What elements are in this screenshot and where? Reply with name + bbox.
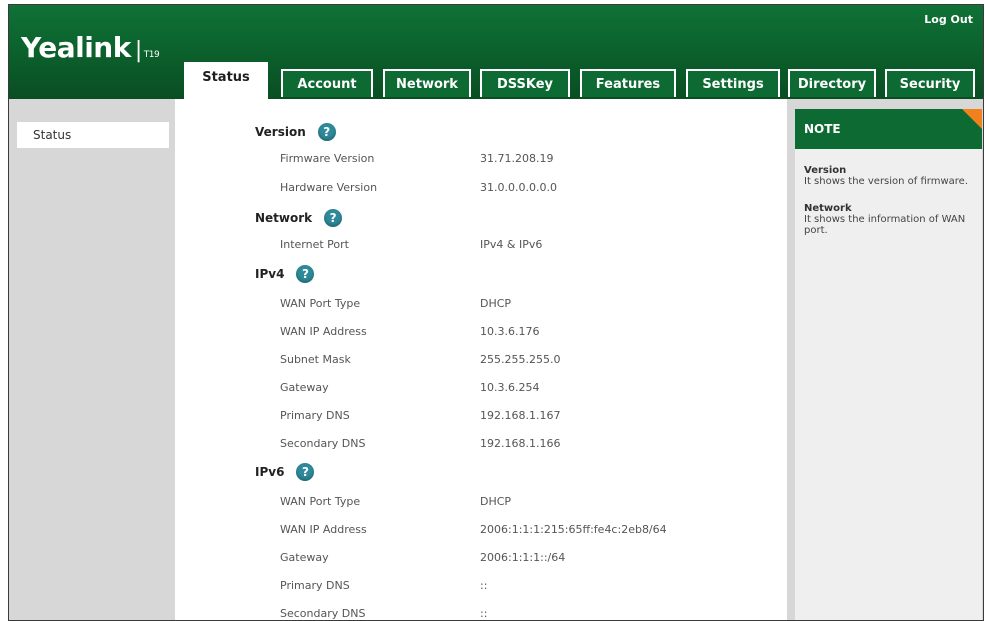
field-value: DHCP bbox=[480, 297, 512, 310]
field-value: 2006:1:1:1:215:65ff:fe4c:2eb8/64 bbox=[480, 523, 667, 536]
field-label: Primary DNS bbox=[280, 579, 350, 592]
field-label: Secondary DNS bbox=[280, 437, 366, 450]
header-bar: Yealink | T19 Log Out Status Account Netwo… bbox=[9, 5, 983, 99]
note-heading-network: Network bbox=[804, 203, 852, 214]
field-value: 10.3.6.254 bbox=[480, 381, 540, 394]
brand-name: Yealink bbox=[21, 31, 131, 64]
field-value: 31.0.0.0.0.0.0 bbox=[480, 181, 557, 194]
section-title-ipv6: IPv6 bbox=[255, 465, 285, 479]
field-value: :: bbox=[480, 579, 488, 592]
field-value: 255.255.255.0 bbox=[480, 353, 561, 366]
status-content: Version ? Firmware Version 31.71.208.19 … bbox=[175, 99, 787, 620]
help-icon[interactable]: ? bbox=[317, 123, 336, 141]
help-icon[interactable]: ? bbox=[296, 265, 315, 283]
tab-network[interactable]: Network bbox=[383, 69, 471, 97]
tab-settings[interactable]: Settings bbox=[686, 69, 780, 97]
note-panel: NOTE Version It shows the version of fir… bbox=[787, 99, 983, 620]
section-title-version: Version bbox=[255, 125, 306, 139]
help-icon[interactable]: ? bbox=[296, 463, 315, 481]
section-title-network: Network bbox=[255, 211, 313, 225]
section-network: Network ? bbox=[255, 209, 343, 227]
help-icon[interactable]: ? bbox=[324, 209, 343, 227]
model-label: T19 bbox=[143, 50, 160, 60]
section-ipv6: IPv6 ? bbox=[255, 463, 315, 481]
note-text-network: It shows the information of WAN port. bbox=[804, 214, 966, 236]
sidebar: Status bbox=[9, 99, 175, 620]
note-title: NOTE bbox=[795, 109, 982, 149]
field-value: 2006:1:1:1::/64 bbox=[480, 551, 566, 564]
tab-features[interactable]: Features bbox=[580, 69, 676, 97]
logout-link[interactable]: Log Out bbox=[924, 13, 973, 26]
tab-dsskey[interactable]: DSSKey bbox=[480, 69, 570, 97]
field-label: Hardware Version bbox=[280, 181, 378, 194]
field-label: Primary DNS bbox=[280, 409, 350, 422]
field-label: WAN Port Type bbox=[280, 495, 361, 508]
field-label: Subnet Mask bbox=[280, 353, 351, 366]
field-label: Firmware Version bbox=[280, 152, 375, 165]
field-label: WAN IP Address bbox=[280, 325, 367, 338]
field-value: 31.71.208.19 bbox=[480, 152, 554, 165]
note-text-version: It shows the version of firmware. bbox=[804, 176, 968, 187]
field-value: :: bbox=[480, 607, 488, 620]
field-label: Secondary DNS bbox=[280, 607, 366, 620]
note-box: NOTE Version It shows the version of fir… bbox=[795, 109, 982, 620]
note-corner-fold-icon bbox=[962, 109, 982, 129]
field-value: DHCP bbox=[480, 495, 512, 508]
field-label: WAN IP Address bbox=[280, 523, 367, 536]
section-title-ipv4: IPv4 bbox=[255, 267, 285, 281]
note-heading-version: Version bbox=[804, 165, 847, 176]
logo-separator: | bbox=[134, 38, 142, 63]
web-ui-frame: Yealink | T19 Log Out Status Account Netwo… bbox=[8, 4, 984, 621]
field-value: 192.168.1.166 bbox=[480, 437, 561, 450]
yealink-logo: Yealink | T19 bbox=[21, 31, 160, 64]
field-label: Gateway bbox=[280, 551, 329, 564]
field-value: IPv4 & IPv6 bbox=[480, 238, 543, 251]
field-value: 10.3.6.176 bbox=[480, 325, 540, 338]
section-ipv4: IPv4 ? bbox=[255, 265, 315, 283]
tab-security[interactable]: Security bbox=[885, 69, 975, 97]
sidebar-item-status[interactable]: Status bbox=[17, 122, 169, 148]
tab-directory[interactable]: Directory bbox=[788, 69, 876, 97]
tab-status[interactable]: Status bbox=[184, 62, 268, 99]
field-value: 192.168.1.167 bbox=[480, 409, 561, 422]
field-label: WAN Port Type bbox=[280, 297, 361, 310]
field-label: Gateway bbox=[280, 381, 329, 394]
tab-account[interactable]: Account bbox=[281, 69, 373, 97]
section-version: Version ? bbox=[255, 123, 336, 141]
field-label: Internet Port bbox=[280, 238, 349, 251]
